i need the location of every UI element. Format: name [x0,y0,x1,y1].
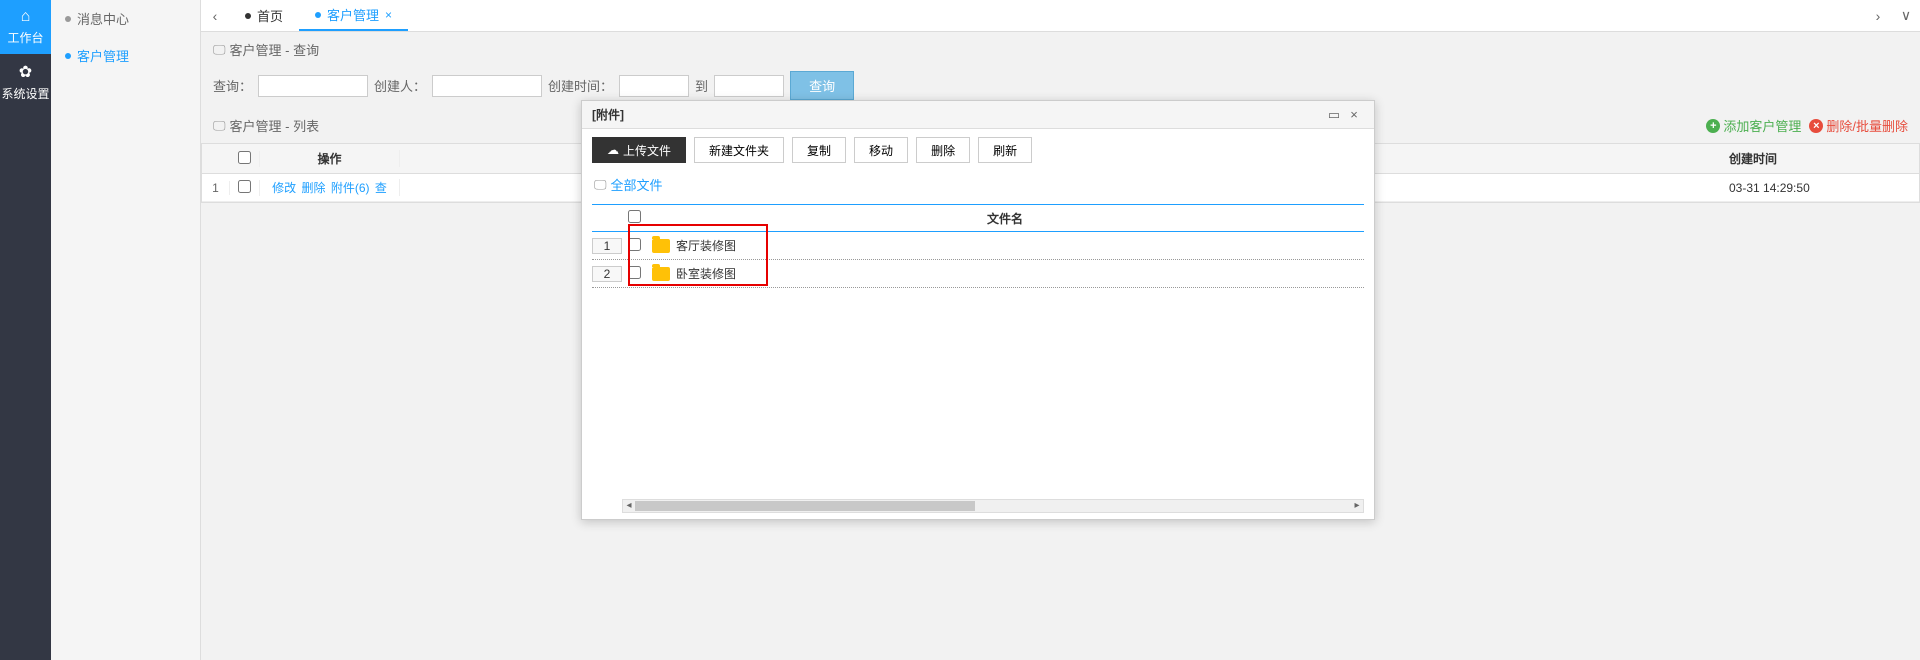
col-createtime: 创建时间 [1719,150,1919,167]
folder-item[interactable]: 卧室装修图 [646,265,1364,282]
query-header: 🖵 客户管理 - 查询 [201,32,1920,67]
rail-label: 系统设置 [1,85,49,102]
crumb-all-files[interactable]: 全部文件 [611,175,663,194]
col-checkbox [230,151,260,167]
delete-link[interactable]: 删除 [301,181,325,195]
close-icon[interactable]: × [1344,107,1364,122]
dot-icon [315,12,321,18]
close-icon[interactable]: × [385,8,392,22]
tab-customers[interactable]: 客户管理 × [299,0,408,31]
view-link[interactable]: 查 [375,181,387,195]
copy-button[interactable]: 复制 [792,137,846,163]
delete-button[interactable]: 删除 [916,137,970,163]
row-num: 1 [202,181,230,195]
sidebar-label: 客户管理 [77,46,129,65]
createtime-to-input[interactable] [714,75,784,97]
query-title: 客户管理 - 查询 [230,40,320,59]
monitor-icon: 🖵 [213,118,226,134]
delete-batch-link[interactable]: × 删除/批量删除 [1809,116,1908,135]
rail-item-workbench[interactable]: ⌂ 工作台 [0,0,51,54]
attach-link[interactable]: 附件(6) [331,181,370,195]
col-op: 操作 [260,150,400,167]
select-all-checkbox[interactable] [238,151,251,164]
file-checkbox[interactable] [628,238,641,251]
add-label: 添加客户管理 [1723,116,1801,135]
mrow-num: 1 [592,238,622,254]
row-checkbox[interactable] [238,180,251,193]
createtime-from-input[interactable] [619,75,689,97]
sidebar: 消息中心 客户管理 [51,0,201,660]
file-row: 2 卧室装修图 [592,260,1364,288]
scroll-thumb[interactable] [635,501,975,511]
tab-menu[interactable]: ∨ [1892,0,1920,32]
tab-next[interactable]: › [1864,0,1892,32]
edit-link[interactable]: 修改 [272,181,296,195]
query-label: 查询： [213,76,252,95]
attachment-modal: [附件] ▭ × ☁ 上传文件 新建文件夹 复制 移动 删除 刷新 🖵 全部文件 [581,100,1375,520]
creator-label: 创建人： [374,76,426,95]
dot-icon [65,16,71,22]
upload-button[interactable]: ☁ 上传文件 [592,137,686,163]
refresh-button[interactable]: 刷新 [978,137,1032,163]
modal-title: [附件] [592,106,1324,123]
folder-name: 客厅装修图 [676,237,736,254]
rail-label: 工作台 [7,29,43,46]
modal-select-all[interactable] [628,210,641,223]
tab-prev[interactable]: ‹ [201,0,229,32]
tab-label: 首页 [257,6,283,25]
dot-icon [65,53,71,59]
cloud-upload-icon: ☁ [607,143,619,157]
sidebar-item-messages[interactable]: 消息中心 [51,0,200,37]
folder-item[interactable]: 客厅装修图 [646,237,1364,254]
left-rail: ⌂ 工作台 ✿ 系统设置 [0,0,51,660]
maximize-icon[interactable]: ▭ [1324,107,1344,123]
folder-icon [652,239,670,253]
newfolder-button[interactable]: 新建文件夹 [694,137,784,163]
horizontal-scrollbar[interactable]: ◂ ▸ [622,499,1364,513]
monitor-icon: 🖵 [594,177,607,193]
dot-icon [245,13,251,19]
createtime-label: 创建时间： [548,76,613,95]
query-input[interactable] [258,75,368,97]
gear-icon: ✿ [19,62,32,82]
creator-input[interactable] [432,75,542,97]
rail-item-settings[interactable]: ✿ 系统设置 [0,54,51,110]
mcol-filename: 文件名 [646,210,1364,227]
mrow-num: 2 [592,266,622,282]
scroll-right-icon[interactable]: ▸ [1351,500,1363,512]
query-button[interactable]: 查询 [790,71,854,100]
folder-icon [652,267,670,281]
upload-label: 上传文件 [623,142,671,159]
sidebar-item-customers[interactable]: 客户管理 [51,37,200,74]
plus-icon: + [1706,119,1720,133]
file-row: 1 客厅装修图 [592,232,1364,260]
file-checkbox[interactable] [628,266,641,279]
move-button[interactable]: 移动 [854,137,908,163]
scroll-left-icon[interactable]: ◂ [623,500,635,512]
monitor-icon: 🖵 [213,42,226,58]
sidebar-label: 消息中心 [77,9,129,28]
del-label: 删除/批量删除 [1826,116,1908,135]
tab-home[interactable]: 首页 [229,0,299,31]
add-customer-link[interactable]: + 添加客户管理 [1706,116,1801,135]
tab-label: 客户管理 [327,5,379,24]
list-title: 客户管理 - 列表 [230,116,320,135]
to-label: 到 [695,76,708,95]
tabbar: ‹ 首页 客户管理 × › ∨ [201,0,1920,32]
x-icon: × [1809,119,1823,133]
row-createtime: 03-31 14:29:50 [1719,181,1919,195]
folder-name: 卧室装修图 [676,265,736,282]
home-icon: ⌂ [21,8,31,26]
